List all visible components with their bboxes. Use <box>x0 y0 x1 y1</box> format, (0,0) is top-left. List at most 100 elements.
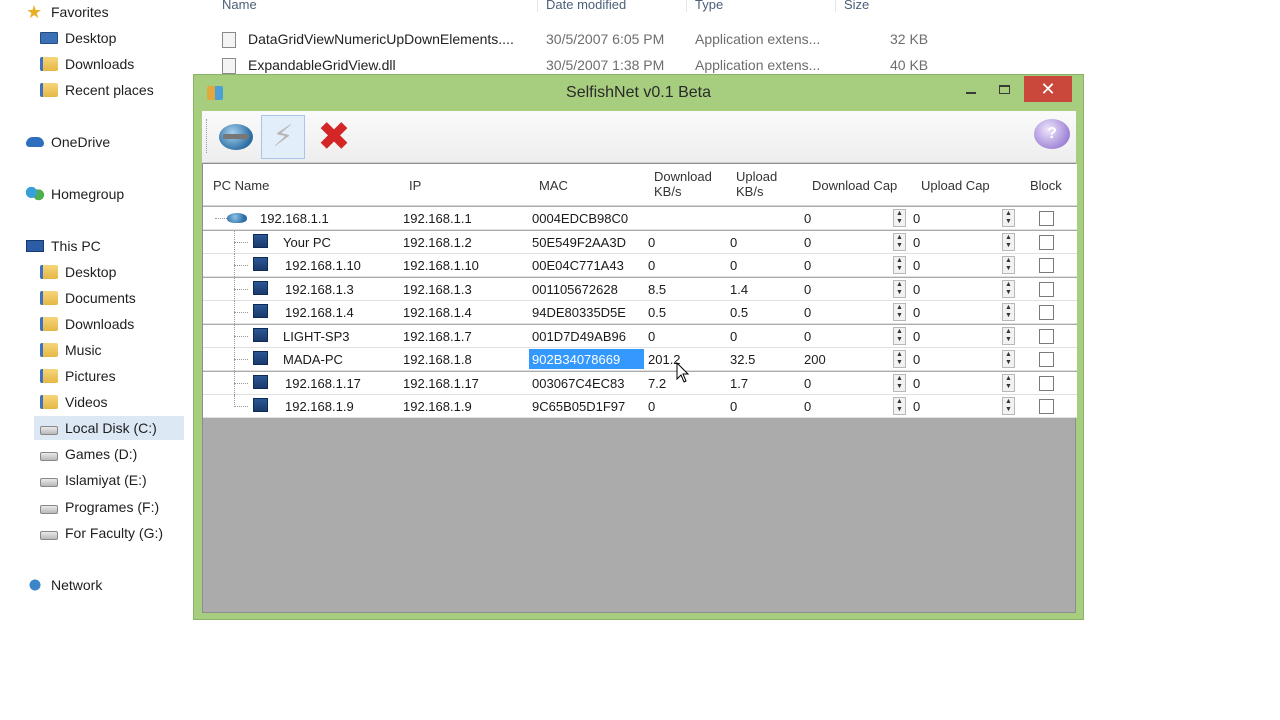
download-cap-value[interactable]: 0 <box>804 376 811 391</box>
header-upload-cap[interactable]: Upload Cap <box>921 178 990 193</box>
grid-row[interactable]: 192.168.1.17 192.168.1.17 003067C4EC83 7.2 1… <box>203 371 1077 395</box>
download-cap-spinner[interactable]: ▲ ▼ <box>893 303 906 321</box>
cell-upload-rate: 1.4 <box>730 281 749 297</box>
nav-programes-drive[interactable]: Programes (F:) <box>40 495 159 519</box>
cell-mac[interactable]: 902B34078669 <box>529 349 644 369</box>
nav-this-pc[interactable]: This PC <box>26 234 101 258</box>
grid-row[interactable]: 192.168.1.4 192.168.1.4 94DE80335D5E 0.5 0.5… <box>203 301 1077 324</box>
download-cap-spinner[interactable]: ▲ ▼ <box>893 209 906 227</box>
header-mac[interactable]: MAC <box>539 178 568 193</box>
nav-pc-downloads[interactable]: Downloads <box>40 312 134 336</box>
grid-row[interactable]: 192.168.1.3 192.168.1.3 001105672628 8.5 1.4… <box>203 277 1077 301</box>
nav-local-disk[interactable]: Local Disk (C:) <box>34 416 184 440</box>
column-header-size[interactable]: Size <box>844 0 869 12</box>
nav-desktop[interactable]: Desktop <box>40 26 116 50</box>
download-cap-value[interactable]: 0 <box>804 305 811 320</box>
upload-cap-spinner[interactable]: ▲ ▼ <box>1002 397 1015 415</box>
download-cap-value[interactable]: 0 <box>804 399 811 414</box>
grid-row[interactable]: Your PC 192.168.1.2 50E549F2AA3D 0 0 0 ▲ ▼ 0 ▲ ▼ <box>203 230 1077 254</box>
download-cap-value[interactable]: 0 <box>804 235 811 250</box>
download-cap-value[interactable]: 200 <box>804 352 826 367</box>
upload-cap-value[interactable]: 0 <box>913 211 920 226</box>
download-cap-spinner[interactable]: ▲ ▼ <box>893 232 906 251</box>
nav-recent-places[interactable]: Recent places <box>40 78 154 102</box>
download-cap-spinner[interactable]: ▲ ▼ <box>893 256 906 274</box>
nav-pc-pictures[interactable]: Pictures <box>40 364 116 388</box>
block-checkbox[interactable] <box>1039 328 1054 344</box>
upload-cap-spinner[interactable]: ▲ ▼ <box>1002 209 1015 227</box>
block-checkbox[interactable] <box>1039 258 1054 273</box>
header-download-cap[interactable]: Download Cap <box>812 178 897 193</box>
grid-row[interactable]: MADA-PC 192.168.1.8 902B34078669 201.2 32.5 2… <box>203 348 1077 371</box>
column-header-date[interactable]: Date modified <box>546 0 626 12</box>
nav-games-drive[interactable]: Games (D:) <box>40 442 137 466</box>
header-ip[interactable]: IP <box>409 178 421 193</box>
upload-cap-value[interactable]: 0 <box>913 352 920 367</box>
column-header-name[interactable]: Name <box>222 0 257 12</box>
computer-icon <box>253 374 268 389</box>
nav-favorites[interactable]: ★ Favorites <box>26 0 109 24</box>
upload-cap-spinner[interactable]: ▲ ▼ <box>1002 279 1015 298</box>
header-upload[interactable]: Upload KB/s <box>736 169 777 199</box>
block-checkbox[interactable] <box>1039 234 1054 250</box>
upload-cap-spinner[interactable]: ▲ ▼ <box>1002 326 1015 345</box>
nav-pc-videos[interactable]: Videos <box>40 390 108 414</box>
nav-pc-music[interactable]: Music <box>40 338 102 362</box>
block-checkbox[interactable] <box>1039 281 1054 297</box>
block-checkbox[interactable] <box>1039 305 1054 320</box>
stop-button[interactable]: ✖ <box>312 115 356 159</box>
upload-cap-value[interactable]: 0 <box>913 235 920 250</box>
header-block[interactable]: Block <box>1030 178 1062 193</box>
maximize-button[interactable] <box>989 75 1019 103</box>
block-checkbox[interactable] <box>1039 211 1054 226</box>
file-row[interactable]: DataGridViewNumericUpDownElements.... 30… <box>222 29 942 51</box>
nav-pc-documents[interactable]: Documents <box>40 286 136 310</box>
block-checkbox[interactable] <box>1039 375 1054 391</box>
computer-icon <box>253 327 268 342</box>
help-button[interactable]: ? <box>1034 119 1070 149</box>
nav-homegroup[interactable]: Homegroup <box>26 182 124 206</box>
download-cap-spinner[interactable]: ▲ ▼ <box>893 373 906 392</box>
header-download[interactable]: Download KB/s <box>654 169 712 199</box>
upload-cap-value[interactable]: 0 <box>913 399 920 414</box>
upload-cap-spinner[interactable]: ▲ ▼ <box>1002 256 1015 274</box>
upload-cap-spinner[interactable]: ▲ ▼ <box>1002 350 1015 368</box>
column-header-type[interactable]: Type <box>695 0 723 12</box>
discover-button[interactable] <box>214 115 258 159</box>
close-button[interactable]: ✕ <box>1024 76 1072 102</box>
nav-faculty-drive[interactable]: For Faculty (G:) <box>40 521 163 545</box>
grid-row[interactable]: LIGHT-SP3 192.168.1.7 001D7D49AB96 0 0 0 ▲ ▼ 0 ▲ ▼ <box>203 324 1077 348</box>
upload-cap-value[interactable]: 0 <box>913 282 920 297</box>
upload-cap-value[interactable]: 0 <box>913 376 920 391</box>
upload-cap-value[interactable]: 0 <box>913 329 920 344</box>
download-cap-value[interactable]: 0 <box>804 329 811 344</box>
upload-cap-spinner[interactable]: ▲ ▼ <box>1002 303 1015 321</box>
download-cap-value[interactable]: 0 <box>804 211 811 226</box>
nav-onedrive[interactable]: OneDrive <box>26 130 110 154</box>
upload-cap-spinner[interactable]: ▲ ▼ <box>1002 232 1015 251</box>
title-bar[interactable]: SelfishNet v0.1 Beta ✕ <box>194 75 1083 111</box>
start-button[interactable]: ⚡ <box>261 115 305 159</box>
upload-cap-value[interactable]: 0 <box>913 305 920 320</box>
download-cap-spinner[interactable]: ▲ ▼ <box>893 397 906 415</box>
nav-downloads[interactable]: Downloads <box>40 52 134 76</box>
minimize-button[interactable] <box>956 75 986 103</box>
toolbar-grip[interactable] <box>206 119 209 153</box>
nav-pc-desktop[interactable]: Desktop <box>40 260 116 284</box>
download-cap-spinner[interactable]: ▲ ▼ <box>893 279 906 298</box>
block-checkbox[interactable] <box>1039 399 1054 414</box>
nav-network[interactable]: Network <box>26 573 102 597</box>
block-checkbox[interactable] <box>1039 352 1054 367</box>
nav-pc-desktop-label: Desktop <box>65 264 117 280</box>
grid-row[interactable]: 192.168.1.10 192.168.1.10 00E04C771A43 0 0 0 ▲… <box>203 254 1077 277</box>
grid-row-root[interactable]: 192.168.1.1 192.168.1.1 0004EDCB98C0 0 ▲ ▼ 0 ▲ ▼ <box>203 207 1077 230</box>
download-cap-value[interactable]: 0 <box>804 282 811 297</box>
grid-row[interactable]: 192.168.1.9 192.168.1.9 9C65B05D1F97 0 0 0 ▲ ▼ 0… <box>203 395 1077 418</box>
download-cap-value[interactable]: 0 <box>804 258 811 273</box>
download-cap-spinner[interactable]: ▲ ▼ <box>893 350 906 368</box>
upload-cap-value[interactable]: 0 <box>913 258 920 273</box>
download-cap-spinner[interactable]: ▲ ▼ <box>893 326 906 345</box>
nav-islamiyat-drive[interactable]: Islamiyat (E:) <box>40 468 147 492</box>
upload-cap-spinner[interactable]: ▲ ▼ <box>1002 373 1015 392</box>
header-pc-name[interactable]: PC Name <box>213 178 269 193</box>
